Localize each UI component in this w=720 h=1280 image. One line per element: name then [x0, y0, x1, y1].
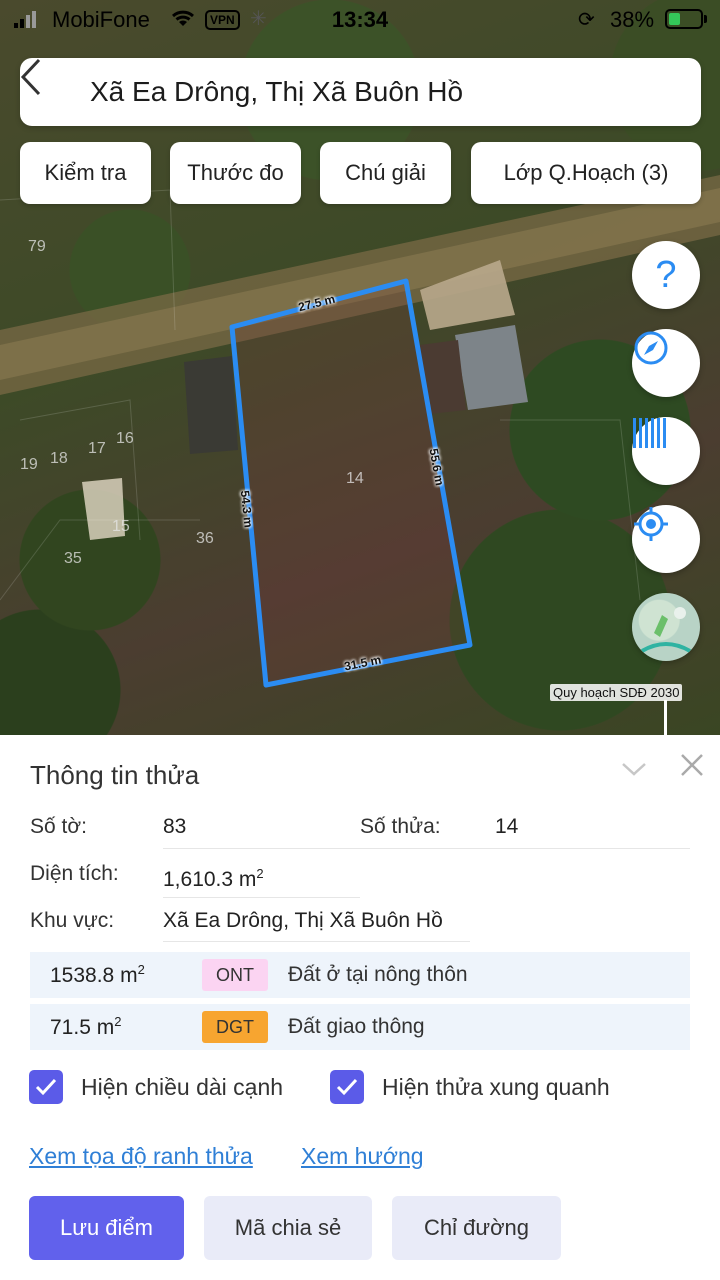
- show-neighbors-label: Hiện thửa xung quanh: [382, 1073, 610, 1100]
- land-use-area: 71.5 m2: [50, 1014, 122, 1039]
- parcel-number: 17: [88, 440, 106, 457]
- battery-percent: 38%: [610, 7, 655, 32]
- location-title: Xã Ea Drông, Thị Xã Buôn Hồ: [90, 76, 464, 107]
- legend-chip[interactable]: Chú giải: [320, 142, 451, 204]
- map-layer-icon: [640, 607, 692, 653]
- status-bar: MobiFone VPN ✳ 13:34 ⟳ 38%: [0, 0, 720, 40]
- show-edge-length-label: Hiện chiều dài cạnh: [81, 1073, 284, 1100]
- compass-button[interactable]: [632, 329, 700, 397]
- land-use-row: 71.5 m2 DGT Đất giao thông: [30, 1004, 690, 1050]
- parcel-number: 36: [196, 530, 214, 547]
- chevron-down-icon[interactable]: [620, 755, 648, 783]
- directions-button[interactable]: Chỉ đường: [392, 1196, 561, 1260]
- sheet-title: Thông tin thửa: [30, 760, 200, 790]
- battery-icon: [665, 9, 703, 29]
- house-roof: [455, 325, 528, 410]
- sheet-number-value: 83: [163, 815, 187, 838]
- loading-icon: ✳: [250, 8, 267, 30]
- area-value: 1,610.3 m2: [163, 866, 264, 891]
- battery-tip: [704, 15, 707, 23]
- layer-pointer: [664, 700, 667, 735]
- checkmark-icon[interactable]: [29, 1070, 63, 1104]
- parcel-number-label: Số thửa:: [360, 815, 441, 838]
- my-location-button[interactable]: [632, 505, 700, 573]
- vpn-badge: VPN: [205, 10, 240, 30]
- region-value: Xã Ea Drông, Thị Xã Buôn Hồ: [163, 909, 443, 932]
- planning-layer-chip[interactable]: Lớp Q.Hoạch (3): [471, 142, 701, 204]
- land-use-row: 1538.8 m2 ONT Đất ở tại nông thôn: [30, 952, 690, 998]
- measure-chip[interactable]: Thước đo: [170, 142, 301, 204]
- sheet-number-label: Số tờ:: [30, 815, 87, 838]
- land-use-description: Đất giao thông: [288, 1015, 425, 1038]
- parcel-number: 19: [20, 456, 38, 473]
- signal-icon: [14, 10, 36, 28]
- parcel-number: 15: [112, 518, 130, 535]
- check-chip[interactable]: Kiểm tra: [20, 142, 151, 204]
- back-button[interactable]: [20, 58, 90, 126]
- checkmark-icon[interactable]: [330, 1070, 364, 1104]
- show-neighbors-checkbox[interactable]: Hiện thửa xung quanh: [330, 1070, 610, 1104]
- parcel-number: 35: [64, 550, 82, 567]
- parcel-number-value: 14: [495, 815, 519, 838]
- locate-icon: [634, 507, 668, 541]
- land-use-description: Đất ở tại nông thôn: [288, 963, 468, 986]
- help-button[interactable]: ?: [632, 241, 700, 309]
- map-layer-button[interactable]: [632, 593, 700, 661]
- layer-caption: Quy hoạch SDĐ 2030: [550, 684, 683, 701]
- rotation-lock-icon: ⟳: [578, 9, 595, 31]
- chevron-left-icon: [20, 58, 41, 96]
- parcel-number: 18: [50, 450, 68, 467]
- compass-icon: [634, 331, 668, 365]
- divider: [163, 897, 360, 898]
- share-code-button[interactable]: Mã chia sẻ: [204, 1196, 372, 1260]
- close-icon[interactable]: [678, 751, 706, 779]
- view-direction-link[interactable]: Xem hướng: [301, 1143, 424, 1170]
- land-use-code-badge: ONT: [202, 959, 268, 991]
- satellite-map[interactable]: 79 19 18 17 16 15 35 36 14 27.5 m 55.6 m…: [0, 0, 720, 735]
- house-roof: [184, 356, 238, 454]
- divider: [163, 848, 690, 849]
- save-point-button[interactable]: Lưu điểm: [29, 1196, 184, 1260]
- barcode-icon: [633, 418, 666, 448]
- parcel-number: 79: [28, 238, 46, 255]
- view-coordinates-link[interactable]: Xem tọa độ ranh thửa: [29, 1143, 253, 1170]
- land-use-area: 1538.8 m2: [50, 962, 145, 987]
- region-label: Khu vực:: [30, 909, 115, 932]
- parcel-number: 16: [116, 430, 134, 447]
- land-use-code-badge: DGT: [202, 1011, 268, 1043]
- barcode-scan-button[interactable]: [632, 417, 700, 485]
- parcel-number: 14: [346, 470, 364, 487]
- help-icon: ?: [655, 253, 677, 296]
- location-search-bar[interactable]: Xã Ea Drông, Thị Xã Buôn Hồ: [20, 58, 701, 126]
- divider: [163, 941, 470, 942]
- battery-fill: [669, 13, 681, 25]
- carrier-name: MobiFone: [52, 7, 150, 32]
- show-edge-length-checkbox[interactable]: Hiện chiều dài cạnh: [29, 1070, 283, 1104]
- area-label: Diện tích:: [30, 862, 119, 885]
